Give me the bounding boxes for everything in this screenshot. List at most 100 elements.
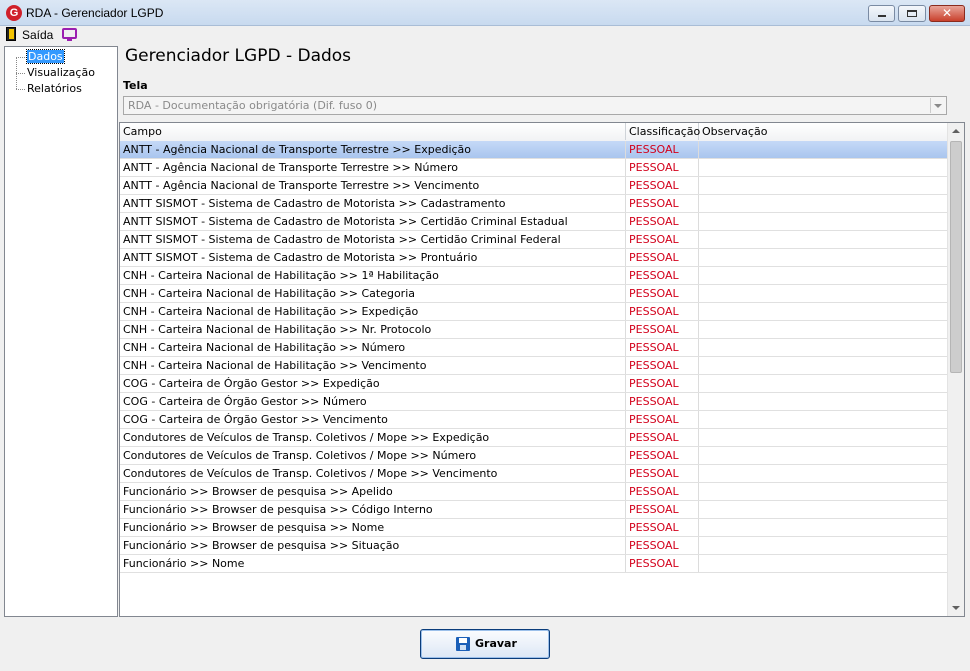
table-row[interactable]: Funcionário >> Browser de pesquisa >> No… bbox=[120, 519, 948, 537]
scrollbar-thumb[interactable] bbox=[950, 141, 962, 373]
chevron-down-icon[interactable] bbox=[930, 98, 945, 113]
cell-campo[interactable]: Funcionário >> Browser de pesquisa >> No… bbox=[120, 519, 626, 536]
table-row[interactable]: ANTT - Agência Nacional de Transporte Te… bbox=[120, 141, 948, 159]
cell-campo[interactable]: ANTT - Agência Nacional de Transporte Te… bbox=[120, 177, 626, 194]
cell-classificacao[interactable]: PESSOAL bbox=[626, 159, 699, 176]
cell-observacao[interactable] bbox=[699, 429, 948, 446]
table-row[interactable]: ANTT - Agência Nacional de Transporte Te… bbox=[120, 177, 948, 195]
table-row[interactable]: CNH - Carteira Nacional de Habilitação >… bbox=[120, 303, 948, 321]
cell-observacao[interactable] bbox=[699, 393, 948, 410]
cell-observacao[interactable] bbox=[699, 231, 948, 248]
table-row[interactable]: CNH - Carteira Nacional de Habilitação >… bbox=[120, 267, 948, 285]
cell-classificacao[interactable]: PESSOAL bbox=[626, 447, 699, 464]
cell-observacao[interactable] bbox=[699, 177, 948, 194]
maximize-button[interactable] bbox=[898, 5, 926, 22]
cell-observacao[interactable] bbox=[699, 303, 948, 320]
monitor-icon[interactable] bbox=[62, 28, 77, 41]
table-row[interactable]: Condutores de Veículos de Transp. Coleti… bbox=[120, 447, 948, 465]
cell-classificacao[interactable]: PESSOAL bbox=[626, 393, 699, 410]
cell-observacao[interactable] bbox=[699, 339, 948, 356]
cell-classificacao[interactable]: PESSOAL bbox=[626, 465, 699, 482]
table-row[interactable]: CNH - Carteira Nacional de Habilitação >… bbox=[120, 339, 948, 357]
column-header-campo[interactable]: Campo bbox=[120, 123, 626, 140]
column-header-classificacao[interactable]: Classificação bbox=[626, 123, 700, 140]
vertical-scrollbar[interactable] bbox=[947, 123, 964, 616]
cell-campo[interactable]: ANTT - Agência Nacional de Transporte Te… bbox=[120, 141, 626, 158]
table-row[interactable]: Funcionário >> Browser de pesquisa >> Ap… bbox=[120, 483, 948, 501]
table-row[interactable]: Condutores de Veículos de Transp. Coleti… bbox=[120, 465, 948, 483]
cell-observacao[interactable] bbox=[699, 375, 948, 392]
cell-classificacao[interactable]: PESSOAL bbox=[626, 483, 699, 500]
cell-campo[interactable]: Condutores de Veículos de Transp. Coleti… bbox=[120, 429, 626, 446]
cell-campo[interactable]: COG - Carteira de Órgão Gestor >> Número bbox=[120, 393, 626, 410]
cell-campo[interactable]: CNH - Carteira Nacional de Habilitação >… bbox=[120, 303, 626, 320]
cell-classificacao[interactable]: PESSOAL bbox=[626, 141, 699, 158]
cell-classificacao[interactable]: PESSOAL bbox=[626, 249, 699, 266]
cell-campo[interactable]: CNH - Carteira Nacional de Habilitação >… bbox=[120, 285, 626, 302]
tree-item-relatorios[interactable]: Relatórios bbox=[15, 82, 82, 96]
cell-classificacao[interactable]: PESSOAL bbox=[626, 231, 699, 248]
table-row[interactable]: CNH - Carteira Nacional de Habilitação >… bbox=[120, 321, 948, 339]
table-row[interactable]: COG - Carteira de Órgão Gestor >> Vencim… bbox=[120, 411, 948, 429]
cell-observacao[interactable] bbox=[699, 519, 948, 536]
cell-observacao[interactable] bbox=[699, 537, 948, 554]
cell-campo[interactable]: ANTT SISMOT - Sistema de Cadastro de Mot… bbox=[120, 231, 626, 248]
cell-observacao[interactable] bbox=[699, 555, 948, 572]
table-row[interactable]: COG - Carteira de Órgão Gestor >> Expedi… bbox=[120, 375, 948, 393]
cell-campo[interactable]: ANTT SISMOT - Sistema de Cadastro de Mot… bbox=[120, 213, 626, 230]
tela-select[interactable]: RDA - Documentação obrigatória (Dif. fus… bbox=[123, 96, 947, 115]
cell-campo[interactable]: CNH - Carteira Nacional de Habilitação >… bbox=[120, 267, 626, 284]
cell-campo[interactable]: COG - Carteira de Órgão Gestor >> Expedi… bbox=[120, 375, 626, 392]
cell-campo[interactable]: CNH - Carteira Nacional de Habilitação >… bbox=[120, 357, 626, 374]
cell-classificacao[interactable]: PESSOAL bbox=[626, 177, 699, 194]
table-row[interactable]: CNH - Carteira Nacional de Habilitação >… bbox=[120, 285, 948, 303]
tree-item-dados[interactable]: Dados bbox=[15, 49, 65, 64]
cell-campo[interactable]: Funcionário >> Browser de pesquisa >> Ap… bbox=[120, 483, 626, 500]
cell-classificacao[interactable]: PESSOAL bbox=[626, 321, 699, 338]
cell-observacao[interactable] bbox=[699, 195, 948, 212]
cell-classificacao[interactable]: PESSOAL bbox=[626, 555, 699, 572]
cell-observacao[interactable] bbox=[699, 267, 948, 284]
cell-observacao[interactable] bbox=[699, 285, 948, 302]
door-exit-icon[interactable] bbox=[6, 27, 16, 41]
cell-campo[interactable]: CNH - Carteira Nacional de Habilitação >… bbox=[120, 321, 626, 338]
cell-observacao[interactable] bbox=[699, 321, 948, 338]
scroll-up-icon[interactable] bbox=[948, 123, 964, 139]
cell-observacao[interactable] bbox=[699, 483, 948, 500]
cell-campo[interactable]: Funcionário >> Browser de pesquisa >> Có… bbox=[120, 501, 626, 518]
scroll-down-icon[interactable] bbox=[948, 600, 964, 616]
cell-classificacao[interactable]: PESSOAL bbox=[626, 195, 699, 212]
cell-campo[interactable]: ANTT - Agência Nacional de Transporte Te… bbox=[120, 159, 626, 176]
cell-observacao[interactable] bbox=[699, 357, 948, 374]
menu-item-saida[interactable]: Saída bbox=[22, 28, 53, 42]
cell-classificacao[interactable]: PESSOAL bbox=[626, 303, 699, 320]
cell-observacao[interactable] bbox=[699, 447, 948, 464]
cell-campo[interactable]: ANTT SISMOT - Sistema de Cadastro de Mot… bbox=[120, 195, 626, 212]
cell-campo[interactable]: Funcionário >> Browser de pesquisa >> Si… bbox=[120, 537, 626, 554]
minimize-button[interactable] bbox=[868, 5, 895, 22]
table-row[interactable]: Condutores de Veículos de Transp. Coleti… bbox=[120, 429, 948, 447]
cell-classificacao[interactable]: PESSOAL bbox=[626, 375, 699, 392]
table-row[interactable]: Funcionário >> Nome PESSOAL bbox=[120, 555, 948, 573]
cell-campo[interactable]: Condutores de Veículos de Transp. Coleti… bbox=[120, 465, 626, 482]
cell-observacao[interactable] bbox=[699, 213, 948, 230]
cell-classificacao[interactable]: PESSOAL bbox=[626, 213, 699, 230]
cell-observacao[interactable] bbox=[699, 411, 948, 428]
table-row[interactable]: ANTT SISMOT - Sistema de Cadastro de Mot… bbox=[120, 249, 948, 267]
table-row[interactable]: ANTT SISMOT - Sistema de Cadastro de Mot… bbox=[120, 213, 948, 231]
close-button[interactable]: ✕ bbox=[929, 5, 965, 22]
cell-campo[interactable]: CNH - Carteira Nacional de Habilitação >… bbox=[120, 339, 626, 356]
cell-classificacao[interactable]: PESSOAL bbox=[626, 411, 699, 428]
cell-classificacao[interactable]: PESSOAL bbox=[626, 285, 699, 302]
cell-campo[interactable]: Funcionário >> Nome bbox=[120, 555, 626, 572]
cell-classificacao[interactable]: PESSOAL bbox=[626, 267, 699, 284]
table-row[interactable]: ANTT SISMOT - Sistema de Cadastro de Mot… bbox=[120, 195, 948, 213]
table-row[interactable]: ANTT SISMOT - Sistema de Cadastro de Mot… bbox=[120, 231, 948, 249]
table-row[interactable]: CNH - Carteira Nacional de Habilitação >… bbox=[120, 357, 948, 375]
table-row[interactable]: Funcionário >> Browser de pesquisa >> Có… bbox=[120, 501, 948, 519]
table-row[interactable]: Funcionário >> Browser de pesquisa >> Si… bbox=[120, 537, 948, 555]
save-button[interactable]: Gravar bbox=[420, 629, 550, 659]
cell-campo[interactable]: ANTT SISMOT - Sistema de Cadastro de Mot… bbox=[120, 249, 626, 266]
column-header-observacao[interactable]: Observação bbox=[699, 123, 948, 140]
table-row[interactable]: COG - Carteira de Órgão Gestor >> Número… bbox=[120, 393, 948, 411]
